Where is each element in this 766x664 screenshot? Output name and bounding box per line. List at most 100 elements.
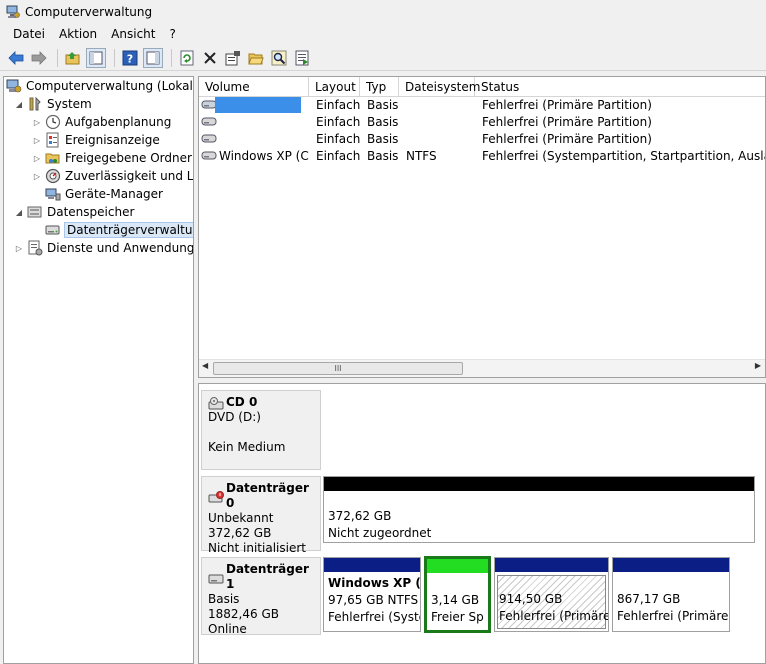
menu-bar: Datei Aktion Ansicht ? bbox=[0, 24, 766, 44]
tools-icon bbox=[27, 96, 43, 112]
cell-dateisystem bbox=[406, 131, 476, 148]
cell-layout: Einfach bbox=[316, 132, 361, 146]
refresh-icon[interactable] bbox=[177, 48, 197, 68]
scroll-right-icon[interactable]: ▶ bbox=[755, 361, 761, 370]
expand-icon[interactable]: ▷ bbox=[14, 244, 24, 253]
tree-item-disk-management[interactable]: Datenträgerverwaltung bbox=[45, 221, 193, 239]
cell-status: Fehlerfrei (Systempartition, Startpartit… bbox=[482, 149, 765, 163]
cell-dateisystem: NTFS bbox=[406, 149, 437, 163]
partition-primary-1[interactable]: 914,50 GB Fehlerfrei (Primäre P bbox=[494, 557, 609, 632]
partition-status: Freier Sp bbox=[431, 610, 484, 624]
delete-icon[interactable] bbox=[200, 48, 220, 68]
cd0-area bbox=[323, 390, 763, 470]
table-row[interactable]: Einfach Basis Fehlerfrei (Primäre Partit… bbox=[199, 114, 765, 131]
free-space-bar bbox=[427, 559, 488, 573]
expand-icon[interactable]: ▷ bbox=[32, 172, 42, 181]
console-tree: Computerverwaltung (Lokal) ◢ System ▷ Au… bbox=[3, 76, 194, 664]
tree-label: Datenträgerverwaltung bbox=[64, 222, 193, 238]
properties-pane-icon[interactable] bbox=[143, 47, 163, 68]
cell-layout: Einfach bbox=[316, 98, 361, 112]
expand-icon[interactable]: ▷ bbox=[32, 154, 42, 163]
expand-icon[interactable]: ▷ bbox=[32, 136, 42, 145]
disk-subtitle: DVD (D:) bbox=[208, 410, 261, 424]
tree-label: Freigegebene Ordner bbox=[65, 151, 192, 165]
forward-icon[interactable] bbox=[29, 48, 49, 68]
menu-ansicht[interactable]: Ansicht bbox=[104, 27, 162, 41]
export-icon[interactable] bbox=[292, 48, 312, 68]
partition-free-space[interactable]: 3,14 GB Freier Sp bbox=[424, 556, 491, 633]
tree-item-storage[interactable]: ◢ Datenspeicher bbox=[14, 203, 134, 221]
collapse-icon[interactable]: ◢ bbox=[14, 208, 24, 217]
back-icon[interactable] bbox=[6, 48, 26, 68]
disk-label-disk1[interactable]: Datenträger 1 Basis 1882,46 GB Online bbox=[201, 557, 321, 636]
cell-volume bbox=[219, 114, 309, 131]
computer-icon bbox=[6, 78, 22, 94]
storage-icon bbox=[27, 204, 43, 220]
menu-datei[interactable]: Datei bbox=[6, 27, 52, 41]
cd-drive-icon bbox=[208, 396, 224, 409]
primary-partition-bar bbox=[495, 558, 608, 572]
tree-item-task-scheduler[interactable]: ▷ Aufgabenplanung bbox=[32, 113, 171, 131]
tree-label: System bbox=[47, 97, 92, 111]
menu-aktion[interactable]: Aktion bbox=[52, 27, 104, 41]
scrollbar-thumb[interactable]: III bbox=[213, 362, 463, 375]
tree-item-reliability[interactable]: ▷ Zuverlässigkeit und Leis bbox=[32, 167, 193, 185]
toolbar-separator bbox=[171, 48, 172, 67]
up-icon[interactable] bbox=[63, 48, 83, 68]
cell-layout: Einfach bbox=[316, 115, 361, 129]
disk-status: Online bbox=[208, 622, 247, 636]
menu-help[interactable]: ? bbox=[162, 27, 182, 41]
primary-partition-bar bbox=[324, 558, 420, 572]
primary-partition-bar bbox=[613, 558, 729, 572]
tree-item-system[interactable]: ◢ System bbox=[14, 95, 92, 113]
column-header-layout[interactable]: Layout bbox=[309, 77, 360, 97]
disk-view: CD 0 DVD (D:) Kein Medium Datenträger 0 … bbox=[198, 383, 766, 664]
expand-icon[interactable]: ▷ bbox=[32, 118, 42, 127]
disk-label-cd0[interactable]: CD 0 DVD (D:) Kein Medium bbox=[201, 390, 321, 470]
tree-item-event-viewer[interactable]: ▷ Ereignisanzeige bbox=[32, 131, 160, 149]
table-row[interactable]: Einfach Basis Fehlerfrei (Primäre Partit… bbox=[199, 131, 765, 148]
disk-detail bbox=[208, 425, 314, 440]
partition-name: Windows XP (C bbox=[328, 576, 421, 590]
partition-status: Fehlerfrei (Primäre P bbox=[617, 609, 730, 623]
tree-item-computer-management[interactable]: Computerverwaltung (Lokal) bbox=[6, 77, 194, 95]
table-row[interactable]: Einfach Basis Fehlerfrei (Primäre Partit… bbox=[199, 97, 765, 114]
help-icon[interactable]: ? bbox=[120, 48, 140, 68]
disk-title: CD 0 bbox=[226, 395, 258, 409]
scroll-left-icon[interactable]: ◀ bbox=[202, 361, 208, 370]
table-row[interactable]: Windows XP (C:) Einfach Basis NTFS Fehle… bbox=[199, 148, 765, 165]
disk-size: 372,62 GB bbox=[208, 526, 272, 540]
open-icon[interactable] bbox=[246, 48, 266, 68]
volume-icon bbox=[201, 131, 217, 148]
tree-item-services-apps[interactable]: ▷ Dienste und Anwendungen bbox=[14, 239, 194, 257]
disk-type: Unbekannt bbox=[208, 511, 274, 525]
tree-label: Computerverwaltung (Lokal) bbox=[26, 79, 194, 93]
tree-label: Dienste und Anwendungen bbox=[47, 241, 194, 255]
disk-label-disk0[interactable]: Datenträger 0 Unbekannt 372,62 GB Nicht … bbox=[201, 476, 321, 555]
partition-primary-2[interactable]: 867,17 GB Fehlerfrei (Primäre P bbox=[612, 557, 730, 632]
toolbar-separator bbox=[114, 48, 115, 67]
column-header-dateisystem[interactable]: Dateisystem bbox=[399, 77, 480, 97]
column-header-typ[interactable]: Typ bbox=[360, 77, 399, 97]
tree-item-device-manager[interactable]: Geräte-Manager bbox=[45, 185, 163, 203]
collapse-icon[interactable]: ◢ bbox=[14, 100, 24, 109]
search-icon[interactable] bbox=[269, 48, 289, 68]
column-header-status[interactable]: Status bbox=[475, 77, 765, 97]
tree-label: Geräte-Manager bbox=[65, 187, 163, 201]
performance-icon bbox=[45, 168, 61, 184]
disk-title: Datenträger 0 bbox=[226, 481, 309, 510]
title-bar: Computerverwaltung bbox=[0, 0, 766, 24]
partition-status: Fehlerfrei (Syste bbox=[328, 610, 421, 624]
properties-icon[interactable] bbox=[223, 48, 243, 68]
disk-drive-icon bbox=[208, 571, 224, 584]
show-hide-tree-icon[interactable] bbox=[86, 47, 106, 68]
tree-label: Aufgabenplanung bbox=[65, 115, 172, 129]
partition-windows-xp[interactable]: Windows XP (C 97,65 GB NTFS Fehlerfrei (… bbox=[323, 557, 421, 632]
cell-typ: Basis bbox=[367, 98, 399, 112]
partition-unallocated-disk0[interactable]: 372,62 GB Nicht zugeordnet bbox=[323, 476, 755, 543]
volume-icon bbox=[201, 114, 217, 131]
column-header-volume[interactable]: Volume bbox=[199, 77, 309, 97]
horizontal-scrollbar[interactable]: ◀ III ▶ bbox=[199, 359, 765, 377]
disk-status: Nicht initialisiert bbox=[208, 541, 306, 555]
tree-item-shared-folders[interactable]: ▷ Freigegebene Ordner bbox=[32, 149, 192, 167]
